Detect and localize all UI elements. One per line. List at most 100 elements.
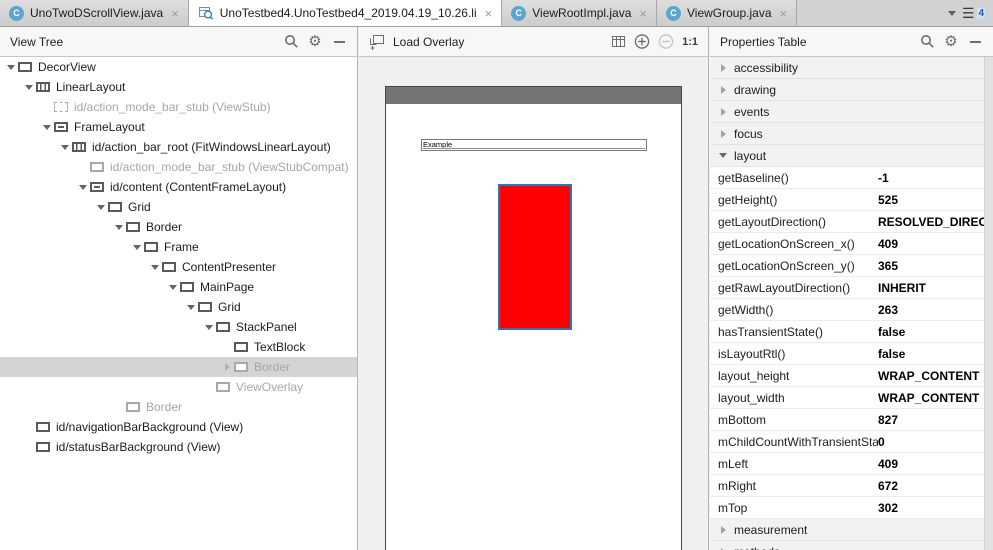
tree-node[interactable]: ContentPresenter — [0, 257, 357, 277]
tree-node[interactable]: id/action_mode_bar_stub (ViewStub) — [0, 97, 357, 117]
property-group-row[interactable]: events — [710, 101, 984, 123]
tree-node[interactable]: TextBlock — [0, 337, 357, 357]
load-overlay-icon — [369, 34, 385, 50]
collapse-arrow-icon[interactable] — [148, 265, 162, 270]
zoom-in-icon[interactable] — [634, 34, 650, 50]
tab-list-icon[interactable]: ☰ — [962, 5, 975, 22]
gear-icon[interactable]: ⚙ — [307, 34, 323, 50]
expand-arrow-icon[interactable] — [718, 526, 728, 534]
tree-node[interactable]: StackPanel — [0, 317, 357, 337]
property-group-row[interactable]: methods — [710, 541, 984, 550]
tree-node[interactable]: Grid — [0, 197, 357, 217]
property-row[interactable]: mRight 672 — [710, 475, 984, 497]
property-row[interactable]: getLocationOnScreen_y() 365 — [710, 255, 984, 277]
property-row[interactable]: isLayoutRtl() false — [710, 343, 984, 365]
collapse-arrow-icon[interactable] — [40, 125, 54, 130]
node-type-icon — [126, 402, 140, 412]
collapse-arrow-icon[interactable] — [166, 285, 180, 290]
editor-tab[interactable]: C ViewGroup.java × — [657, 0, 798, 26]
expand-arrow-icon[interactable] — [220, 363, 234, 371]
tree-node[interactable]: ViewOverlay — [0, 377, 357, 397]
property-name: getLocationOnScreen_x() — [718, 236, 855, 251]
tree-node-label: Border — [146, 220, 183, 234]
editor-tab[interactable]: C ViewRootImpl.java × — [502, 0, 657, 26]
property-group-row[interactable]: accessibility — [710, 57, 984, 79]
close-icon[interactable]: × — [639, 7, 647, 20]
tree-node[interactable]: Border — [0, 217, 357, 237]
tree-node[interactable]: FrameLayout — [0, 117, 357, 137]
property-name: getLocationOnScreen_y() — [718, 258, 855, 273]
close-icon[interactable]: × — [171, 7, 179, 20]
property-row[interactable]: mTop 302 — [710, 497, 984, 519]
tree-node-label: id/statusBarBackground (View) — [56, 440, 221, 454]
property-row[interactable]: layout_width WRAP_CONTENT — [710, 387, 984, 409]
node-type-icon — [234, 342, 248, 352]
node-type-icon — [18, 62, 32, 72]
gear-icon[interactable]: ⚙ — [943, 34, 959, 50]
property-group-row[interactable]: drawing — [710, 79, 984, 101]
property-row[interactable]: mLeft 409 — [710, 453, 984, 475]
collapse-arrow-icon[interactable] — [130, 245, 144, 250]
editor-tab[interactable]: C UnoTwoDScrollView.java × — [0, 0, 189, 26]
expand-arrow-icon[interactable] — [718, 108, 728, 116]
property-group-row[interactable]: focus — [710, 123, 984, 145]
tree-node[interactable]: LinearLayout — [0, 77, 357, 97]
collapse-arrow-icon[interactable] — [94, 205, 108, 210]
expand-arrow-icon[interactable] — [718, 130, 728, 138]
collapse-arrow-icon[interactable] — [202, 325, 216, 330]
property-group-row[interactable]: measurement — [710, 519, 984, 541]
editor-tab[interactable]: UnoTestbed4.UnoTestbed4_2019.04.19_10.26… — [188, 0, 503, 26]
collapse-arrow-icon[interactable] — [22, 85, 36, 90]
properties-scrollbar[interactable] — [984, 57, 993, 550]
tree-node[interactable]: Frame — [0, 237, 357, 257]
tree-node[interactable]: DecorView — [0, 57, 357, 77]
search-icon[interactable] — [283, 34, 299, 50]
collapse-arrow-icon[interactable] — [4, 65, 18, 70]
minimize-icon[interactable] — [967, 34, 983, 50]
tree-node[interactable]: Border — [0, 397, 357, 417]
example-textbox-text: Example — [423, 140, 645, 149]
tree-node[interactable]: id/action_bar_root (FitWindowsLinearLayo… — [0, 137, 357, 157]
node-type-icon — [108, 202, 122, 212]
expand-arrow-icon[interactable] — [718, 64, 728, 72]
property-row[interactable]: mChildCountWithTransientSta 0 — [710, 431, 984, 453]
grid-mode-icon[interactable] — [610, 34, 626, 50]
close-icon[interactable]: × — [485, 7, 493, 20]
tree-node[interactable]: Grid — [0, 297, 357, 317]
property-group-row[interactable]: layout — [710, 145, 984, 167]
zoom-out-icon[interactable] — [658, 34, 674, 50]
tree-node[interactable]: Border — [0, 357, 357, 377]
property-row[interactable]: hasTransientState() false — [710, 321, 984, 343]
property-row[interactable]: layout_height WRAP_CONTENT — [710, 365, 984, 387]
node-type-icon — [216, 322, 230, 332]
tree-node[interactable]: id/action_mode_bar_stub (ViewStubCompat) — [0, 157, 357, 177]
collapse-arrow-icon[interactable] — [58, 145, 72, 150]
property-row[interactable]: getLocationOnScreen_x() 409 — [710, 233, 984, 255]
collapse-arrow-icon[interactable] — [184, 305, 198, 310]
expand-arrow-icon[interactable] — [718, 86, 728, 94]
class-icon: C — [511, 5, 527, 21]
properties-panel: Properties Table ⚙ accessibility drawing e… — [710, 27, 993, 550]
collapse-arrow-icon[interactable] — [112, 225, 126, 230]
collapse-arrow-icon[interactable] — [718, 153, 728, 158]
tree-node[interactable]: id/statusBarBackground (View) — [0, 437, 357, 457]
property-row[interactable]: getRawLayoutDirection() INHERIT — [710, 277, 984, 299]
property-row[interactable]: getWidth() 263 — [710, 299, 984, 321]
tab-dropdown-icon[interactable] — [947, 10, 956, 16]
property-row[interactable]: getBaseline() -1 — [710, 167, 984, 189]
property-row[interactable]: getLayoutDirection() RESOLVED_DIRECT — [710, 211, 984, 233]
property-row[interactable]: getHeight() 525 — [710, 189, 984, 211]
property-value: RESOLVED_DIRECT — [878, 214, 984, 229]
property-row[interactable]: mBottom 827 — [710, 409, 984, 431]
screenshot-panel: Load Overlay 1:1 Example — [359, 27, 709, 550]
search-icon[interactable] — [919, 34, 935, 50]
property-value: 409 — [878, 456, 899, 471]
minimize-icon[interactable] — [331, 34, 347, 50]
tree-node[interactable]: MainPage — [0, 277, 357, 297]
properties-header: Properties Table ⚙ — [710, 27, 993, 57]
collapse-arrow-icon[interactable] — [76, 185, 90, 190]
close-icon[interactable]: × — [780, 7, 788, 20]
tree-node[interactable]: id/navigationBarBackground (View) — [0, 417, 357, 437]
property-name: getRawLayoutDirection() — [718, 280, 851, 295]
tree-node[interactable]: id/content (ContentFrameLayout) — [0, 177, 357, 197]
